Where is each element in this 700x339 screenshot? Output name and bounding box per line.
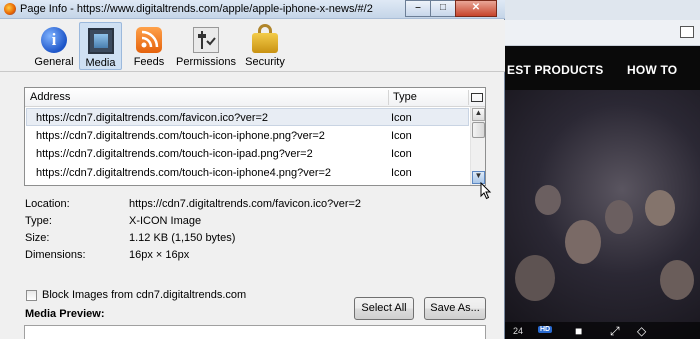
table-row[interactable]: https://cdn7.digitaltrends.com/favicon.i… [26,108,469,126]
lock-icon [252,33,278,53]
row-type: Icon [391,148,412,160]
scroll-thumb[interactable] [472,122,485,138]
title-bar[interactable]: Page Info - https://www.digitaltrends.co… [0,0,505,19]
column-header-address[interactable]: Address [30,91,70,103]
video-time: 24 [513,326,524,336]
maximize-button[interactable]: □ [430,0,456,17]
permissions-icon [193,27,219,53]
video-player[interactable] [505,90,700,339]
tab-label: General [34,56,74,68]
row-address: https://cdn7.digitaltrends.com/touch-ico… [36,148,313,160]
page-info-dialog: Page Info - https://www.digitaltrends.co… [0,0,505,339]
location-value: https://cdn7.digitaltrends.com/favicon.i… [129,198,362,210]
table-row[interactable]: https://cdn7.digitaltrends.com/touch-ico… [26,127,469,145]
nav-item-how-to[interactable]: HOW TO [627,63,677,77]
table-scrollbar[interactable]: ▲ ▼ [470,107,485,185]
tab-label: Feeds [133,56,165,68]
browser-address-bar[interactable] [505,20,700,46]
dimensions-label: Dimensions: [25,249,86,261]
tab-media[interactable]: Media [79,22,122,70]
dimensions-value: 16px × 16px [129,249,190,261]
minimize-button[interactable]: – [405,0,431,17]
size-value: 1.12 KB (1,150 bytes) [129,232,236,244]
firefox-icon [4,3,16,15]
media-icon [87,28,114,54]
block-images-label[interactable]: Block Images from cdn7.digitaltrends.com [42,289,246,301]
audience-figure [535,185,561,215]
column-picker-icon[interactable] [470,91,483,103]
audience-figure [645,190,675,226]
minimize-icon: – [415,2,421,13]
audience-figure [515,255,555,301]
volume-icon[interactable]: ■ [575,324,582,338]
page-info-toolbar: General Media Feeds Permissions [0,20,505,72]
size-label: Size: [25,232,50,244]
tab-label: Security [245,56,285,68]
browser-tab-strip [505,0,700,20]
row-address: https://cdn7.digitaltrends.com/touch-ico… [36,130,325,142]
location-label: Location: [25,198,70,210]
media-preview-label: Media Preview: [25,308,105,320]
page-icon[interactable] [680,26,694,38]
nav-item-best-products[interactable]: EST PRODUCTS [507,63,603,77]
maximize-icon: □ [439,2,447,13]
close-icon: ✕ [471,2,481,13]
row-type: Icon [391,130,412,142]
chevron-down-icon: ▼ [474,171,483,180]
window-title: Page Info - https://www.digitaltrends.co… [20,3,373,15]
chevron-up-icon: ▲ [474,108,483,117]
block-images-checkbox[interactable] [26,290,37,301]
tab-label: Permissions [176,56,236,68]
info-icon [41,27,67,53]
hd-badge[interactable]: HD [538,326,553,333]
site-navigation: EST PRODUCTS HOW TO [505,46,700,90]
media-preview-box [24,325,486,339]
tab-security[interactable]: Security [243,22,287,70]
fullscreen-icon[interactable]: ⤢ [610,324,620,339]
tab-permissions[interactable]: Permissions [176,22,236,70]
row-type: Icon [391,112,412,124]
table-header: Address Type [25,88,485,107]
rss-glyph [141,30,159,48]
row-address: https://cdn7.digitaltrends.com/favicon.i… [36,112,269,124]
tab-feeds[interactable]: Feeds [128,22,170,70]
column-separator[interactable] [388,90,389,105]
table-row[interactable]: https://cdn7.digitaltrends.com/touch-ico… [26,164,469,182]
column-header-type[interactable]: Type [393,91,417,103]
select-all-button[interactable]: Select All [354,297,414,320]
audience-figure [565,220,601,264]
row-address: https://cdn7.digitaltrends.com/touch-ico… [36,167,332,179]
rss-icon [136,27,162,53]
close-button[interactable]: ✕ [455,0,497,17]
row-type: Icon [391,167,412,179]
type-value: X-ICON Image [129,215,202,227]
checkmark-glyph [206,37,216,46]
save-as-button[interactable]: Save As... [424,297,486,320]
scroll-up-button[interactable]: ▲ [472,108,485,121]
media-list-table[interactable]: Address Type https://cdn7.digitaltrends.… [24,87,486,186]
window-controls: – □ ✕ [405,0,497,17]
video-controls: 24 HD ■ ⤢ ◇ [505,322,700,339]
tab-label: Media [85,57,116,69]
audience-figure [605,200,633,234]
type-label: Type: [25,215,52,227]
column-separator[interactable] [468,90,469,105]
audience-figure [660,260,694,300]
tab-general[interactable]: General [32,22,76,70]
table-row[interactable]: https://cdn7.digitaltrends.com/touch-ico… [26,145,469,163]
mouse-cursor-icon [480,182,492,200]
share-icon[interactable]: ◇ [637,324,646,338]
